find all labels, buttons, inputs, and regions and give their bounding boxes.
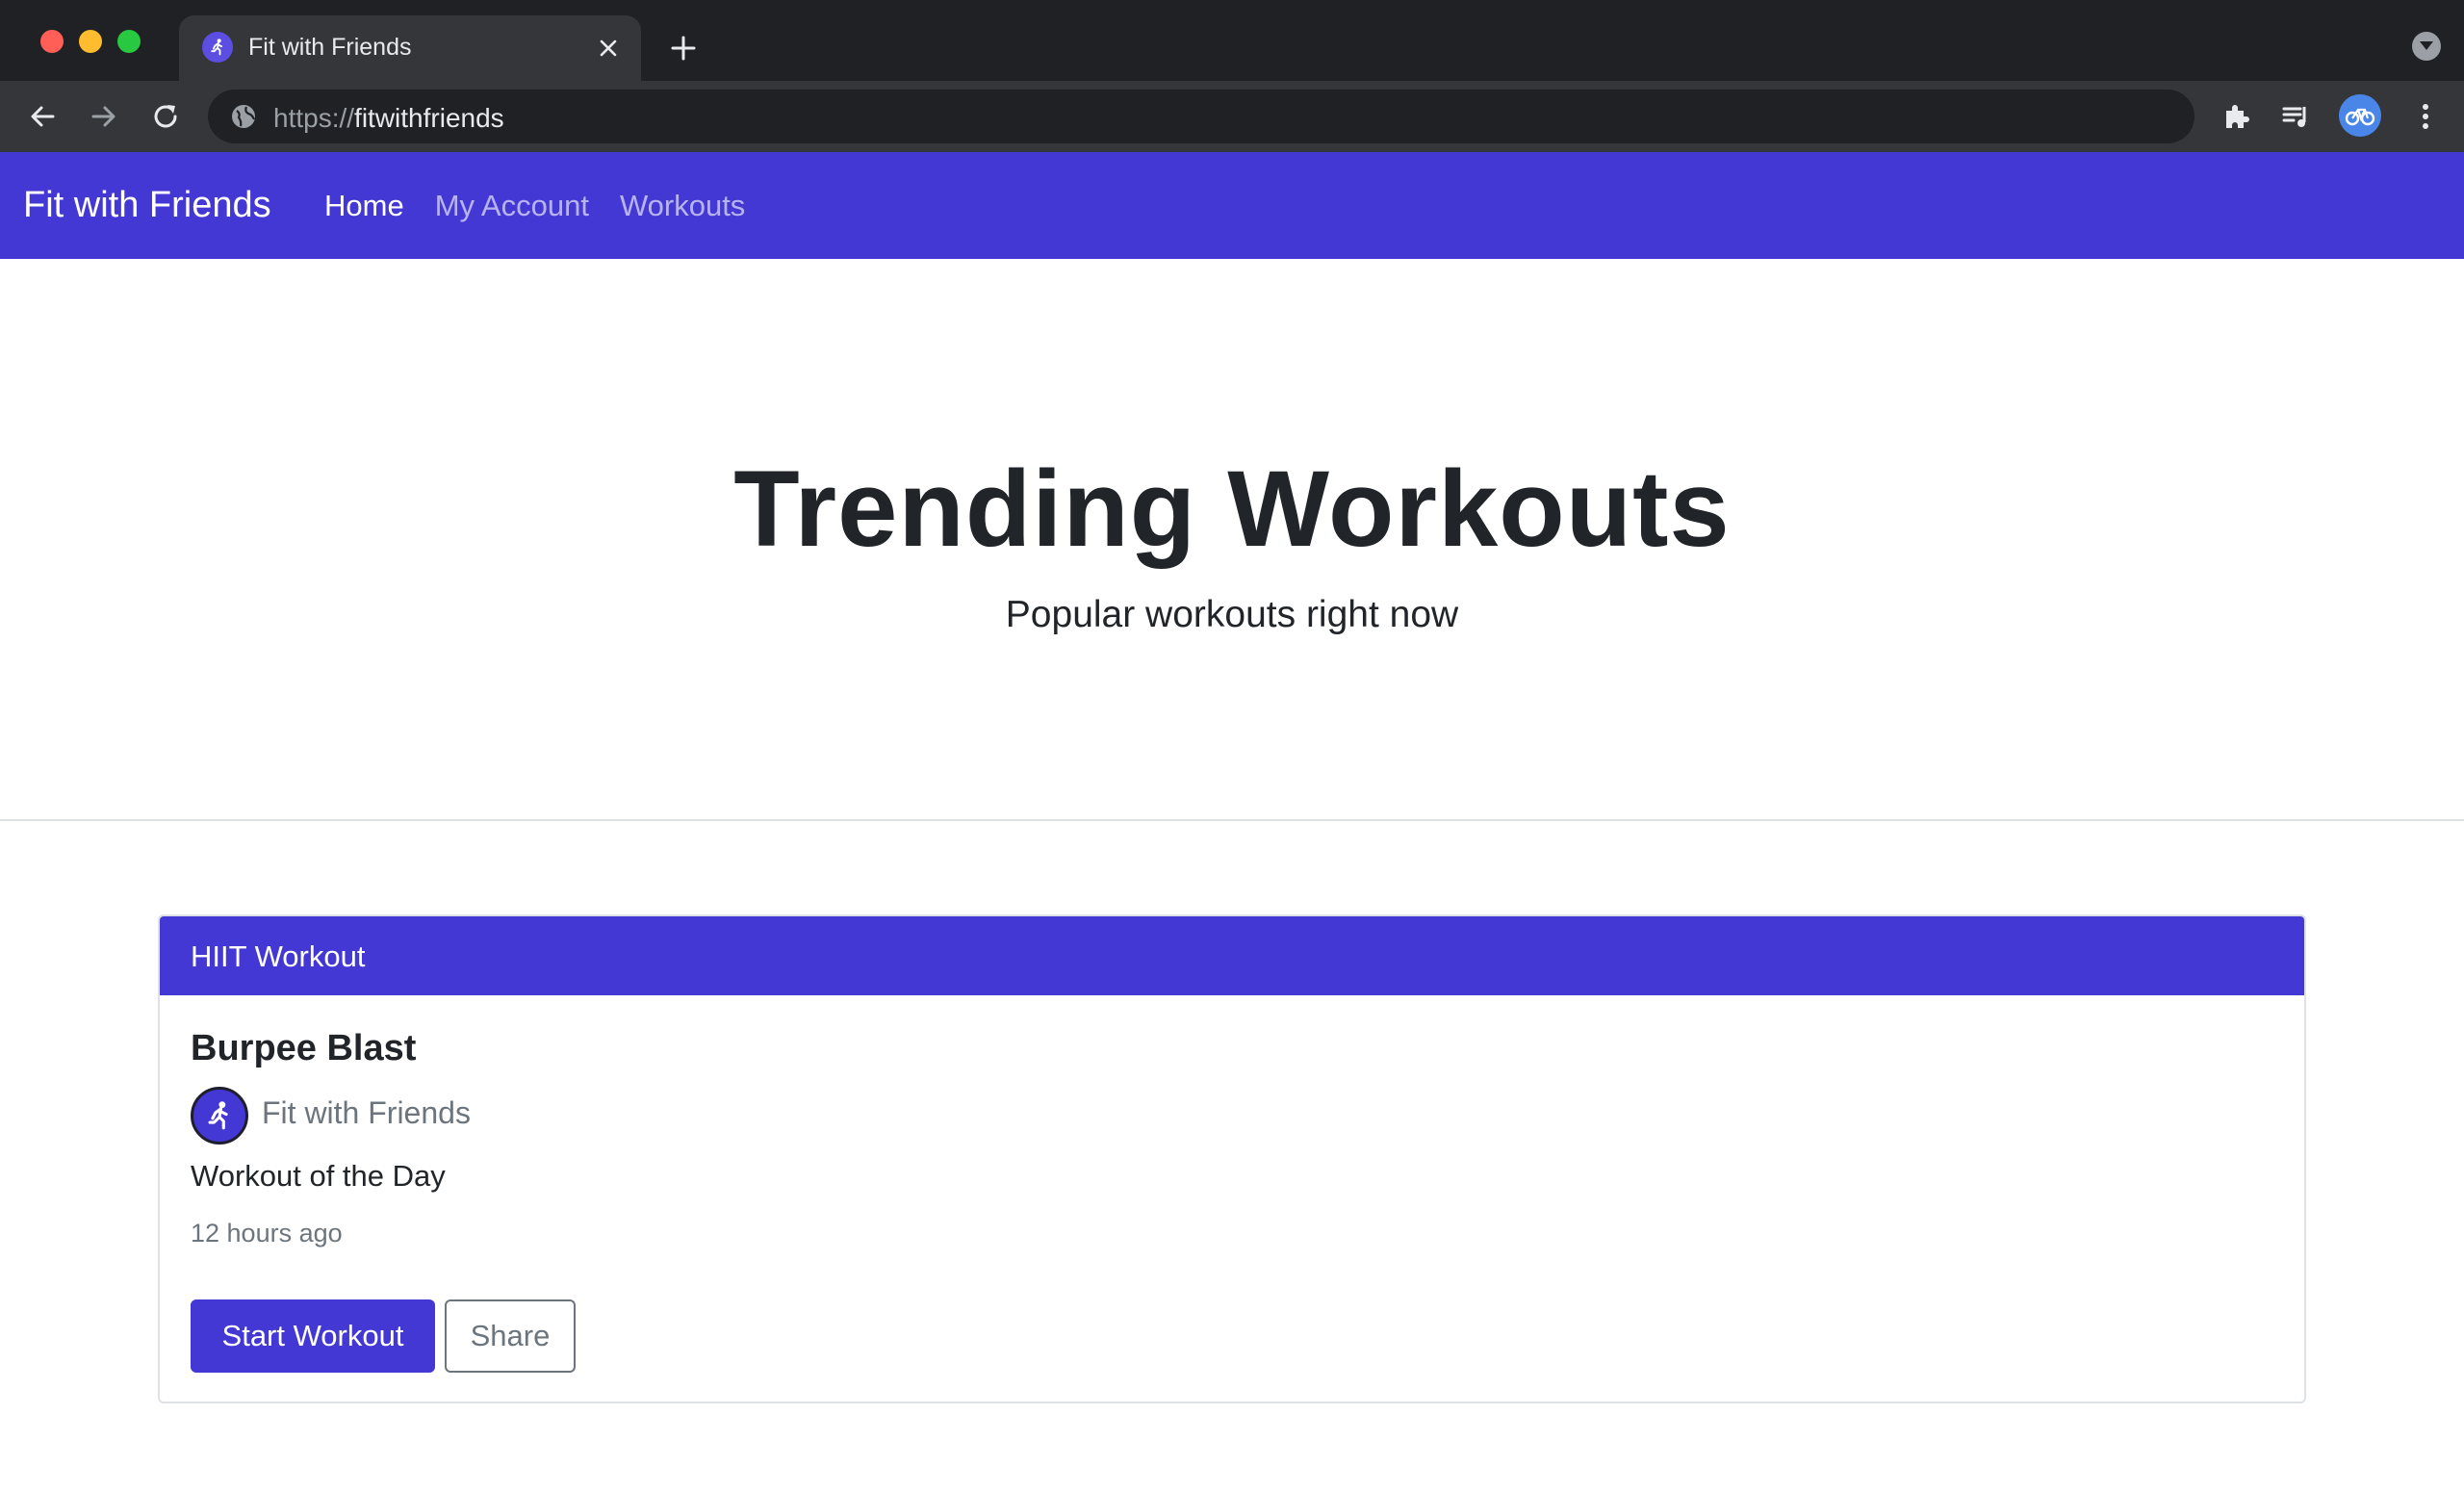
card-header: HIIT Workout (160, 916, 2304, 995)
url-scheme: https:// (273, 103, 355, 133)
author-name: Fit with Friends (262, 1095, 471, 1130)
tab-title: Fit with Friends (248, 34, 412, 61)
address-bar[interactable]: https://fitwithfriends (208, 90, 2194, 143)
share-button[interactable]: Share (445, 1299, 576, 1373)
window-minimize-button[interactable] (79, 30, 102, 53)
navbar-brand[interactable]: Fit with Friends (23, 185, 271, 226)
reading-list-icon[interactable] (2277, 97, 2316, 136)
globe-icon[interactable] (229, 102, 258, 131)
tab-close-icon[interactable] (593, 33, 624, 64)
posted-time: 12 hours ago (191, 1219, 343, 1248)
author-runner-icon (191, 1087, 248, 1145)
url-host: fitwithfriends (354, 103, 504, 133)
workout-title: Burpee Blast (191, 1028, 417, 1068)
runner-icon (202, 32, 233, 63)
profile-avatar-icon[interactable] (2339, 94, 2381, 137)
nav-link-my-account[interactable]: My Account (435, 189, 589, 223)
browser-tab[interactable]: Fit with Friends (179, 15, 641, 81)
window-maximize-button[interactable] (117, 30, 141, 53)
card-category: HIIT Workout (191, 939, 366, 973)
section-divider (0, 819, 2464, 821)
address-url[interactable]: https://fitwithfriends (273, 103, 504, 134)
forward-arrow-icon[interactable] (85, 97, 123, 136)
site-navbar: Fit with Friends Home My Account Workout… (0, 152, 2464, 259)
nav-link-workouts[interactable]: Workouts (620, 189, 745, 223)
browser-tab-strip: Fit with Friends (0, 0, 2464, 81)
new-tab-plus-icon[interactable] (664, 29, 703, 67)
hero-section: Trending Workouts Popular workouts right… (0, 259, 2464, 820)
nav-link-home[interactable]: Home (324, 189, 404, 223)
page-title: Trending Workouts (733, 449, 1731, 569)
browser-toolbar: https://fitwithfriends (0, 81, 2464, 152)
tab-search-chevron-icon[interactable] (2412, 32, 2441, 61)
reload-icon[interactable] (146, 97, 185, 136)
more-vertical-icon[interactable] (2406, 97, 2445, 136)
back-arrow-icon[interactable] (23, 97, 62, 136)
window-close-button[interactable] (40, 30, 64, 53)
navbar-links: Home My Account Workouts (324, 189, 776, 223)
start-workout-button[interactable]: Start Workout (191, 1299, 435, 1373)
workout-card: HIIT Workout Burpee Blast Fit with Frien… (158, 914, 2306, 1403)
extensions-puzzle-icon[interactable] (2218, 97, 2256, 136)
workout-subtitle: Workout of the Day (191, 1159, 446, 1193)
page-subtitle: Popular workouts right now (1005, 594, 1459, 635)
